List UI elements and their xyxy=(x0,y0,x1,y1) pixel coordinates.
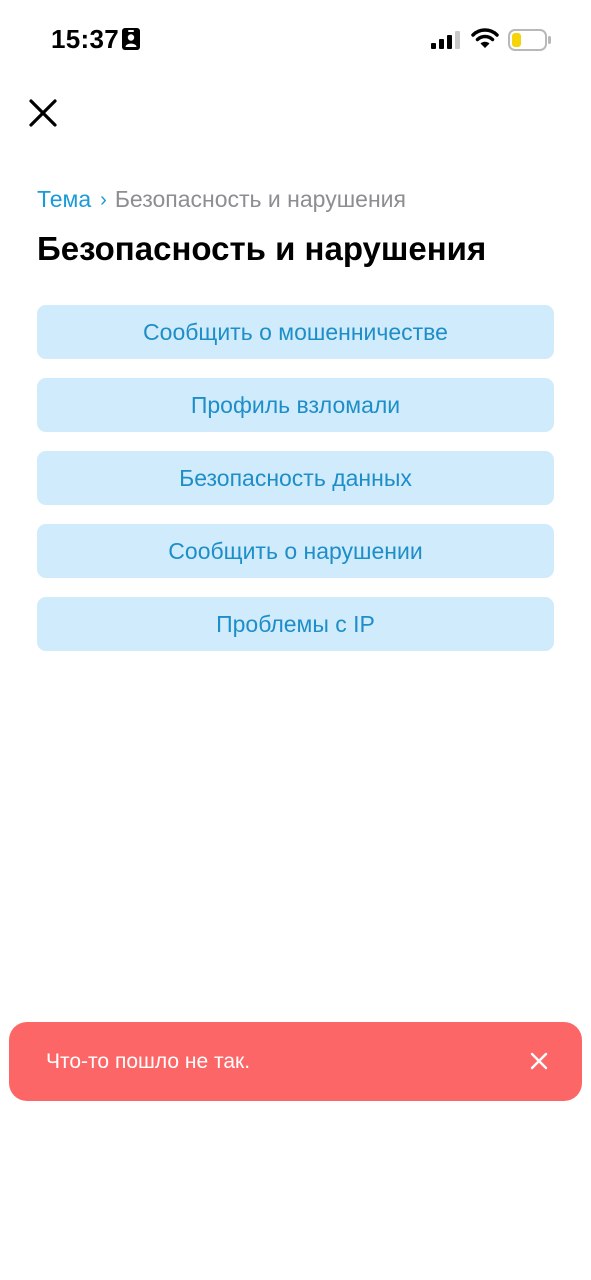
breadcrumb: Тема › Безопасность и нарушения xyxy=(37,184,406,216)
status-bar: 15:37 xyxy=(0,0,591,80)
status-time: 15:37 xyxy=(51,24,119,54)
cellular-signal-icon xyxy=(431,31,460,49)
report-violation-button[interactable]: Сообщить о нарушении xyxy=(37,524,554,578)
battery-low-icon xyxy=(508,29,551,51)
toast-message: Что-то пошло не так. xyxy=(46,1050,251,1073)
profile-hacked-button[interactable]: Профиль взломали xyxy=(37,378,554,432)
page-title: Безопасность и нарушения xyxy=(37,230,487,267)
data-security-button[interactable]: Безопасность данных xyxy=(37,451,554,505)
wifi-icon xyxy=(471,28,499,48)
contact-badge-icon xyxy=(122,28,140,50)
close-icon[interactable] xyxy=(529,1051,549,1071)
error-toast: Что-то пошло не так. xyxy=(9,1022,582,1101)
close-icon[interactable] xyxy=(26,96,60,130)
breadcrumb-current: Безопасность и нарушения xyxy=(114,186,406,212)
report-fraud-button[interactable]: Сообщить о мошенничестве xyxy=(37,305,554,359)
chevron-right-icon: › xyxy=(100,189,107,211)
breadcrumb-root-link[interactable]: Тема xyxy=(37,186,91,212)
ip-problems-button[interactable]: Проблемы с IP xyxy=(37,597,554,651)
topic-options-list: Сообщить о мошенничестве Профиль взломал… xyxy=(37,305,554,670)
